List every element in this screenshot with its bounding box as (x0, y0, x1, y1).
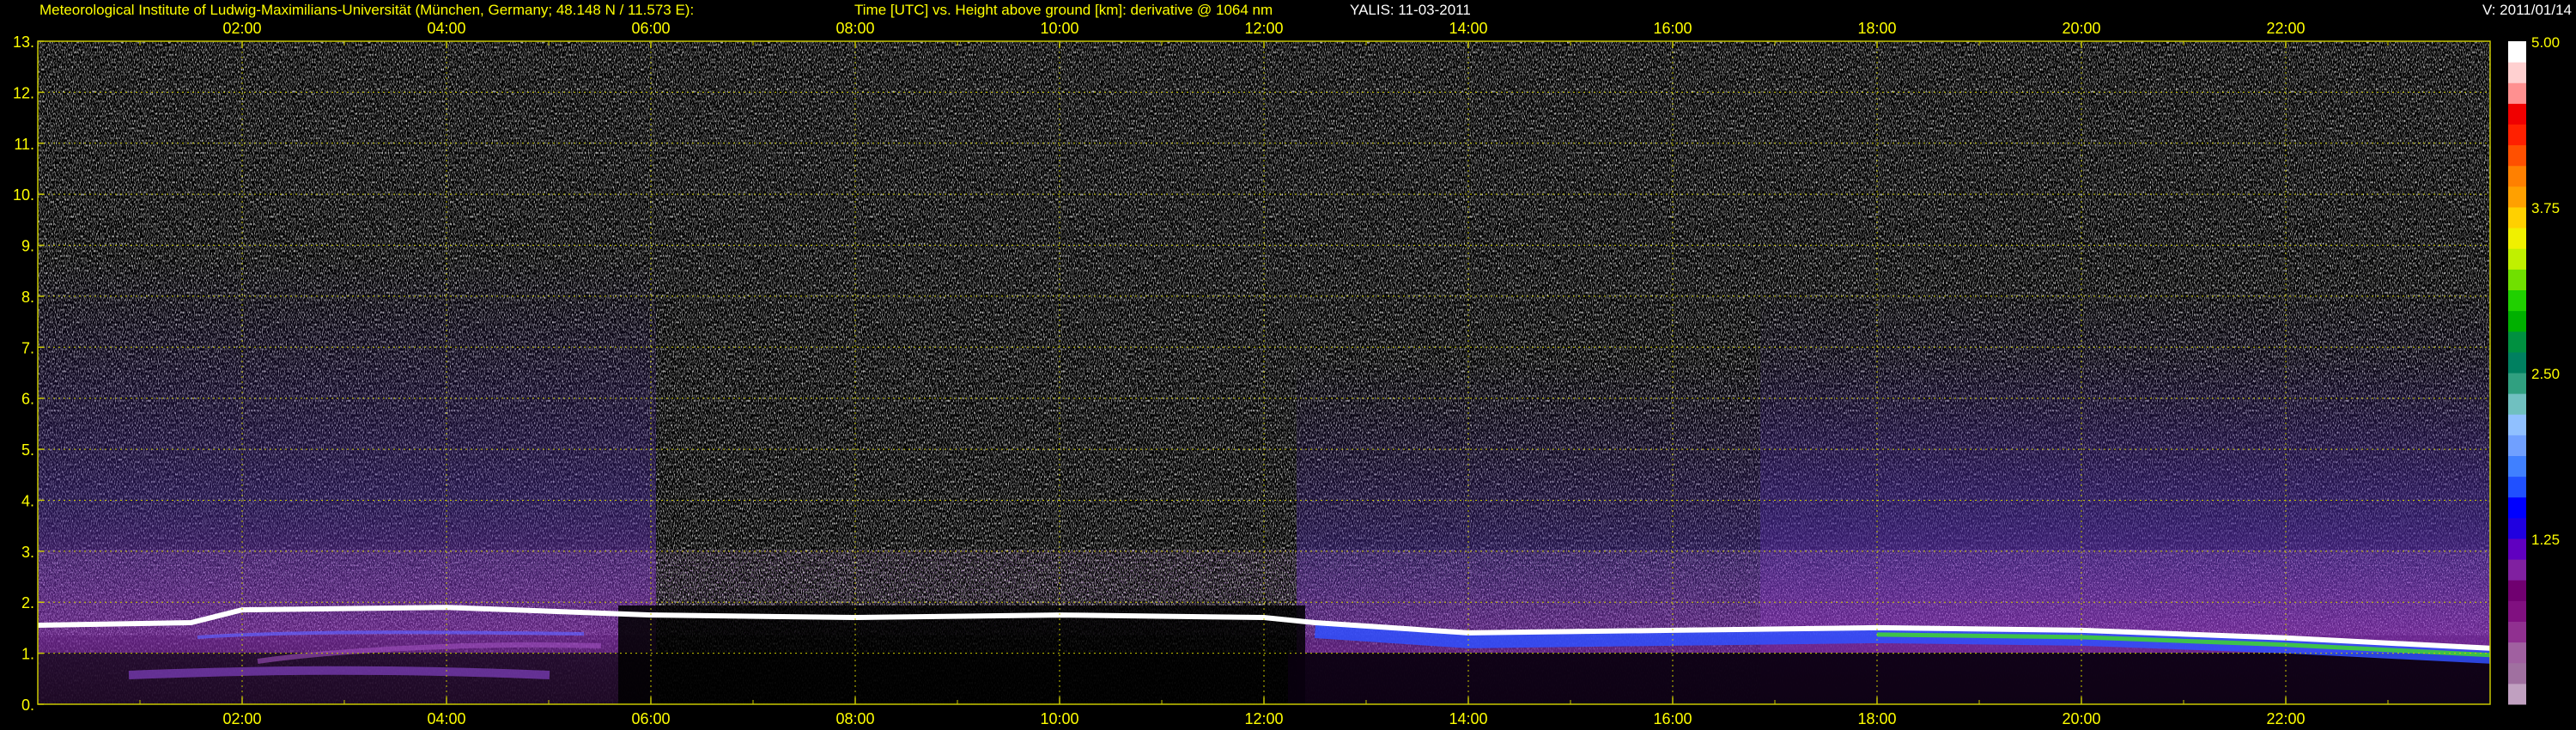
x-tick-label-top: 10:00 (1040, 20, 1078, 37)
x-tick-label-bottom: 06:00 (631, 710, 670, 727)
x-tick-label-bottom: 04:00 (427, 710, 465, 727)
x-tick-label-top: 12:00 (1244, 20, 1283, 37)
colorbar-segment (2508, 538, 2526, 560)
colorbar-segment (2508, 269, 2526, 290)
lidar-chart: 02:00 04:00 06:00 08:00 10:00 12:00 14:00 16:00… (13, 20, 2560, 727)
colorbar-segment (2508, 621, 2526, 643)
colorbar-segment (2508, 310, 2526, 332)
colorbar-segment (2508, 435, 2526, 456)
x-tick-label-top: 18:00 (1857, 20, 1896, 37)
y-tick-label: 13. (13, 33, 34, 51)
y-tick-label: 6. (21, 391, 34, 408)
colorbar-segment (2508, 103, 2526, 125)
x-tick-label-bottom: 16:00 (1653, 710, 1692, 727)
x-tick-label-bottom: 02:00 (222, 710, 261, 727)
colorbar-segment (2508, 62, 2526, 83)
x-tick-label-top: 20:00 (2062, 20, 2100, 37)
x-tick-label-top: 16:00 (1653, 20, 1692, 37)
x-tick-label-top: 04:00 (427, 20, 465, 37)
colorbar-segment (2508, 351, 2526, 374)
colorbar-segment (2508, 414, 2526, 435)
y-tick-label: 9. (21, 238, 34, 255)
colorbar-segment (2508, 186, 2526, 208)
colorbar-segment (2508, 207, 2526, 228)
colorbar-segment (2508, 600, 2526, 622)
colorbar-label: 2.50 (2531, 366, 2560, 382)
y-tick-label: 3. (21, 544, 34, 561)
x-tick-label-top: 22:00 (2266, 20, 2305, 37)
colorbar-segment (2508, 144, 2526, 167)
colorbar-segment (2508, 683, 2526, 705)
colorbar-segment (2508, 476, 2526, 498)
x-tick-label-top: 14:00 (1449, 20, 1487, 37)
x-tick-label-bottom: 18:00 (1857, 710, 1896, 727)
y-tick-label: 7. (21, 339, 34, 356)
version-label: V: 2011/01/14 (2482, 2, 2572, 18)
instrument-date: YALIS: 11-03-2011 (1350, 2, 1471, 18)
colorbar-label: 1.25 (2531, 532, 2560, 548)
colorbar: 5.00 3.75 2.50 1.25 (2508, 34, 2560, 705)
colorbar-label: 5.00 (2531, 34, 2560, 51)
x-tick-label-top: 06:00 (631, 20, 670, 37)
colorbar-segment (2508, 41, 2526, 63)
x-tick-label-bottom: 22:00 (2266, 710, 2305, 727)
y-tick-label: 0. (21, 697, 34, 714)
lower-aerosol-layer (128, 666, 550, 679)
y-tick-label: 12. (13, 84, 34, 101)
colorbar-label: 3.75 (2531, 200, 2560, 216)
colorbar-segment (2508, 517, 2526, 539)
colorbar-segment (2508, 662, 2526, 684)
y-tick-label: 4. (21, 492, 34, 509)
x-tick-label-bottom: 12:00 (1244, 710, 1283, 727)
colorbar-segment (2508, 496, 2526, 519)
colorbar-segment (2508, 373, 2526, 394)
x-tick-label-bottom: 08:00 (835, 710, 874, 727)
x-tick-label-bottom: 10:00 (1040, 710, 1078, 727)
y-tick-label: 8. (21, 289, 34, 306)
x-tick-label-bottom: 20:00 (2062, 710, 2100, 727)
y-tick-label: 1. (21, 646, 34, 663)
y-tick-label: 10. (13, 186, 34, 204)
colorbar-segment (2508, 248, 2526, 270)
colorbar-segment (2508, 165, 2526, 187)
haze-region-night (38, 258, 656, 704)
colorbar-segment (2508, 642, 2526, 664)
colorbar-segment (2508, 580, 2526, 601)
colorbar-segment (2508, 228, 2526, 249)
institute-title: Meteorological Institute of Ludwig-Maxim… (39, 2, 695, 18)
colorbar-segment (2508, 559, 2526, 581)
y-tick-label: 5. (21, 441, 34, 459)
colorbar-segment (2508, 289, 2526, 312)
colorbar-segment (2508, 393, 2526, 415)
x-tick-label-bottom: 14:00 (1449, 710, 1487, 727)
colorbar-segment (2508, 124, 2526, 146)
y-tick-label: 2. (21, 594, 34, 611)
x-tick-label-top: 02:00 (222, 20, 261, 37)
colorbar-segment (2508, 331, 2526, 353)
y-tick-label: 11. (14, 136, 34, 153)
x-tick-label-top: 08:00 (835, 20, 874, 37)
chart-description: Time [UTC] vs. Height above ground [km]:… (854, 2, 1273, 18)
colorbar-segment (2508, 455, 2526, 478)
colorbar-segment (2508, 82, 2526, 104)
